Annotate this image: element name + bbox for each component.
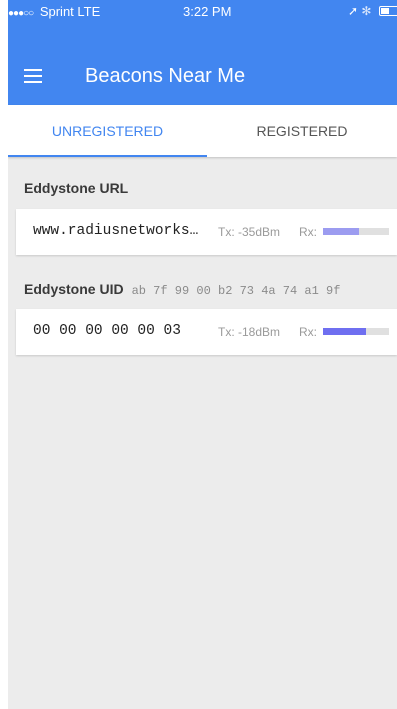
- section-header-eddystone-uid: Eddystone UID ab 7f 99 00 b2 73 4a 74 a1 …: [24, 281, 340, 298]
- beacon-rx-label: Rx:: [299, 325, 317, 339]
- signal-strength-icon: ●●●○○: [8, 8, 34, 19]
- beacon-rx-label: Rx:: [299, 225, 317, 239]
- location-arrow-icon: ➚: [348, 4, 359, 18]
- tab-bar: UNREGISTERED REGISTERED: [8, 105, 397, 157]
- beacon-card-url[interactable]: www.radiusnetworks… Tx: -35dBm Rx:: [16, 209, 397, 255]
- beacon-card-uid[interactable]: 00 00 00 00 00 03 Tx: -18dBm Rx:: [16, 309, 397, 355]
- status-time: 3:22 PM: [183, 4, 232, 19]
- menu-icon[interactable]: [24, 69, 42, 83]
- rssi-bar-fill: [323, 328, 366, 335]
- status-icons: ➚ ✻: [348, 4, 397, 18]
- section-title: Eddystone UID: [24, 281, 124, 297]
- rssi-bar: [323, 328, 389, 335]
- beacon-url-value: www.radiusnetworks…: [33, 223, 199, 239]
- rssi-bar-fill: [323, 228, 360, 235]
- uid-namespace: ab 7f 99 00 b2 73 4a 74 a1 9f: [131, 284, 341, 298]
- app-screen: ●●●○○ Sprint LTE 3:22 PM ➚ ✻ Beacons Nea…: [8, 0, 397, 709]
- tab-registered[interactable]: REGISTERED: [207, 105, 397, 157]
- section-header-eddystone-url: Eddystone URL: [24, 180, 128, 196]
- network-type: LTE: [77, 4, 101, 19]
- section-title: Eddystone URL: [24, 180, 129, 196]
- bluetooth-icon: ✻: [361, 4, 372, 18]
- beacon-uid-value: 00 00 00 00 00 03: [33, 323, 181, 339]
- app-title: Beacons Near Me: [85, 65, 246, 87]
- tab-selection-indicator: [8, 155, 207, 157]
- battery-icon: [378, 6, 397, 16]
- status-bar: ●●●○○ Sprint LTE 3:22 PM ➚ ✻: [8, 0, 397, 47]
- carrier-name: Sprint: [39, 4, 74, 19]
- tab-unregistered[interactable]: UNREGISTERED: [8, 105, 207, 157]
- app-bar: Beacons Near Me: [8, 47, 397, 105]
- rssi-bar: [323, 228, 389, 235]
- beacon-tx-power: Tx: -35dBm: [218, 225, 281, 239]
- carrier-info: ●●●○○ Sprint LTE: [8, 4, 100, 19]
- beacon-tx-power: Tx: -18dBm: [218, 325, 281, 339]
